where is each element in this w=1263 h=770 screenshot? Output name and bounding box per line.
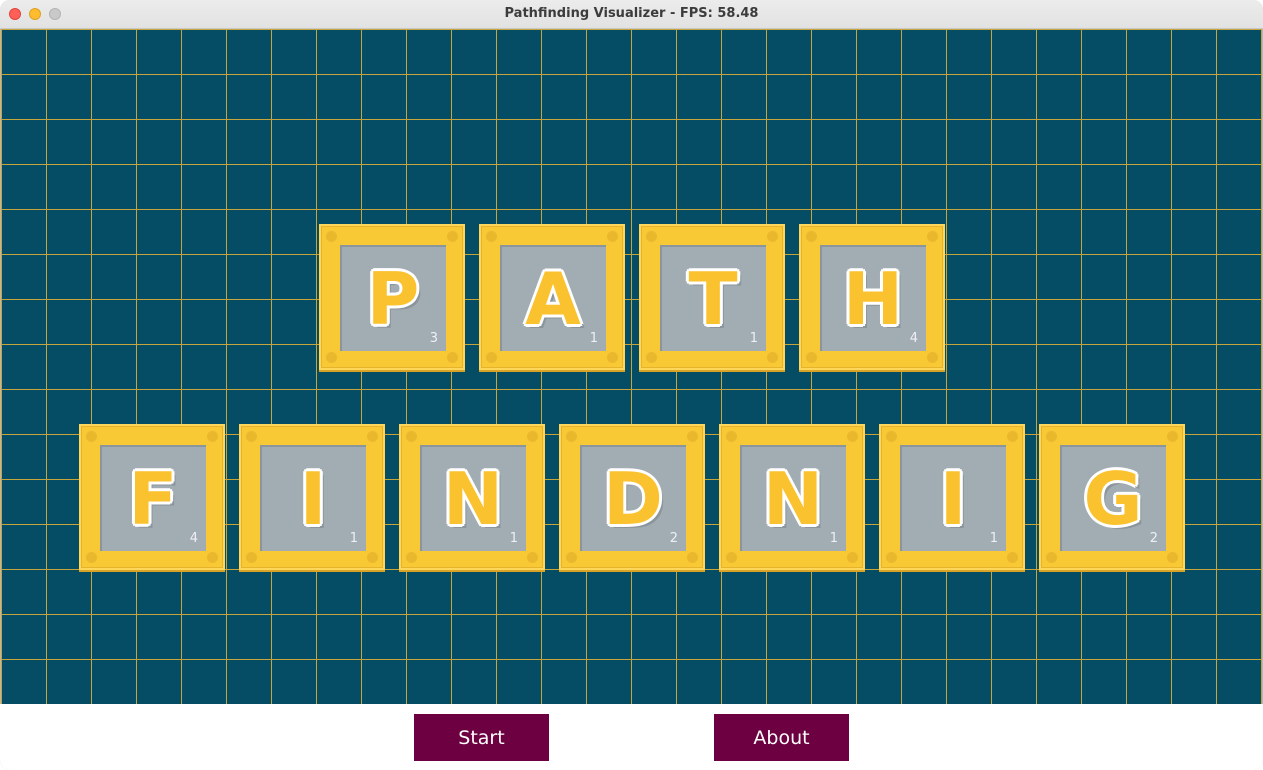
letter-tile: F4 [79, 424, 225, 570]
tile-letter: I [299, 457, 327, 541]
letter-tile: G2 [1039, 424, 1185, 570]
tile-score: 4 [189, 531, 198, 546]
start-button[interactable]: Start [414, 714, 549, 761]
button-bar: Start About [0, 704, 1263, 770]
tile-score: 1 [829, 531, 838, 546]
grid-canvas[interactable]: P3 A1 T1 H4 F4 I1 N1 D2 N1 I1 G2 [1, 29, 1262, 704]
tile-score: 1 [349, 531, 358, 546]
about-button[interactable]: About [714, 714, 849, 761]
window-title: Pathfinding Visualizer - FPS: 58.48 [504, 6, 759, 21]
tile-score: 4 [909, 331, 918, 346]
app-window: Pathfinding Visualizer - FPS: 58.48 P3 A… [0, 0, 1263, 770]
tile-letter: P [366, 257, 420, 341]
tile-row-finding: F4 I1 N1 D2 N1 I1 G2 [79, 424, 1185, 570]
letter-tile: A1 [479, 224, 625, 370]
tile-letter: T [688, 257, 738, 341]
tile-letter: A [525, 257, 581, 341]
tile-letter: N [762, 457, 824, 541]
letter-tile: T1 [639, 224, 785, 370]
tile-score: 1 [589, 331, 598, 346]
letter-tile: I1 [239, 424, 385, 570]
tile-letter: D [603, 457, 663, 541]
tile-letter: H [842, 257, 904, 341]
tile-row-path: P3 A1 T1 H4 [319, 224, 945, 370]
tile-letter: G [1083, 457, 1143, 541]
letter-tile: I1 [879, 424, 1025, 570]
tile-score: 2 [669, 531, 678, 546]
tile-score: 2 [1149, 531, 1158, 546]
tile-letter: N [442, 457, 504, 541]
tile-letter: F [128, 457, 178, 541]
tile-score: 1 [509, 531, 518, 546]
letter-tile: N1 [719, 424, 865, 570]
letter-tile: H4 [799, 224, 945, 370]
title-bar[interactable]: Pathfinding Visualizer - FPS: 58.48 [0, 0, 1263, 29]
letter-tile: D2 [559, 424, 705, 570]
tile-score: 3 [429, 331, 438, 346]
letter-tile: N1 [399, 424, 545, 570]
tile-letter: I [939, 457, 967, 541]
tile-score: 1 [749, 331, 758, 346]
tile-score: 1 [989, 531, 998, 546]
letter-tile: P3 [319, 224, 465, 370]
